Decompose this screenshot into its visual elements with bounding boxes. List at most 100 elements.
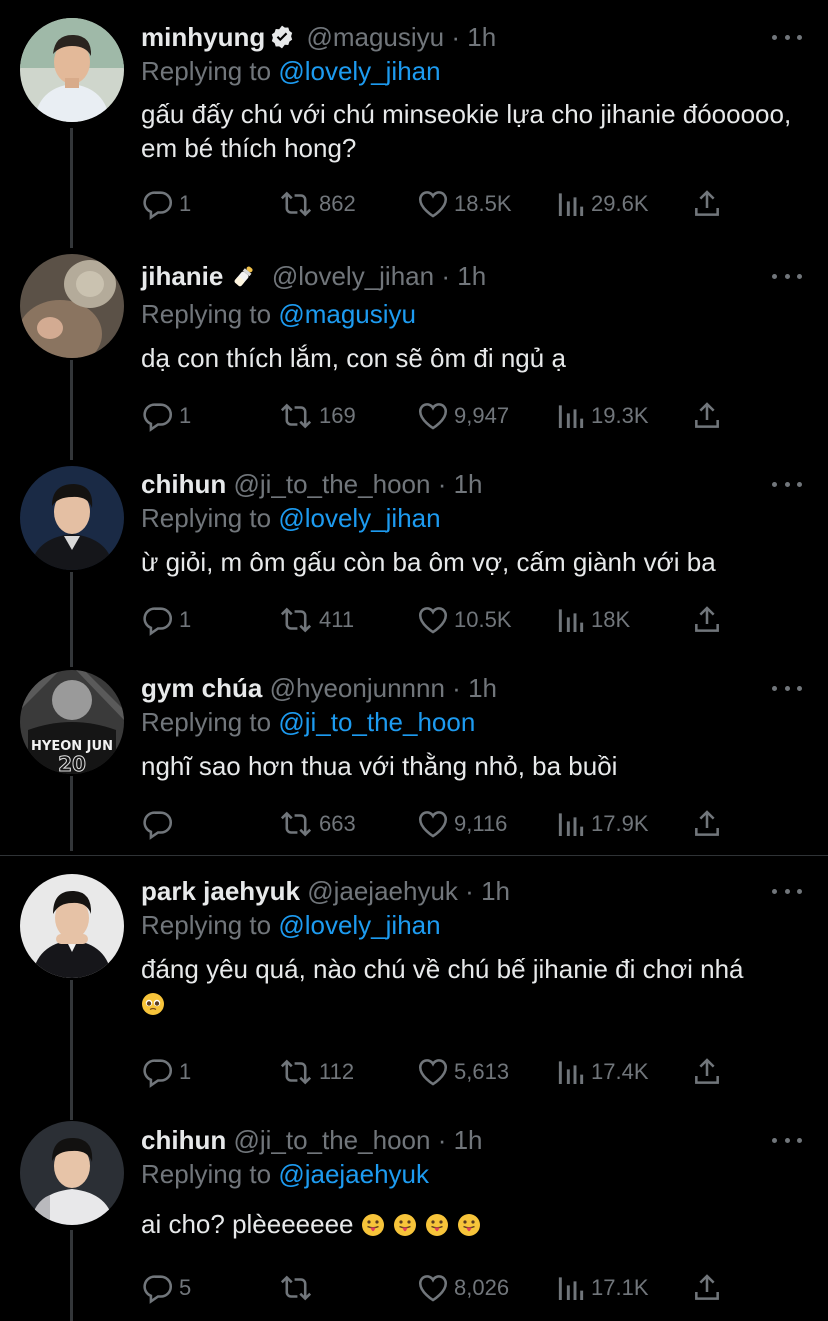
views-button[interactable]: 17.1K [555, 1268, 649, 1308]
avatar[interactable] [20, 874, 124, 978]
tweet[interactable]: chihun @ji_to_the_hoon · 1h Replying to … [0, 1111, 828, 1321]
like-count: 9,947 [454, 403, 510, 428]
replying-to: Replying to @lovely_jihan [141, 55, 441, 87]
timestamp[interactable]: 1h [468, 673, 497, 703]
views-button[interactable]: 18K [555, 600, 630, 640]
like-count: 9,116 [454, 811, 508, 836]
reply-button[interactable]: 1 [141, 396, 191, 436]
display-name[interactable]: jihanie [141, 261, 223, 291]
mention-link[interactable]: @jaejaehyuk [278, 1159, 429, 1189]
display-name[interactable]: park jaehyuk [141, 876, 300, 906]
more-options-icon[interactable] [772, 271, 802, 281]
views-button[interactable]: 19.3K [555, 396, 649, 436]
like-button[interactable]: 9,947 [416, 396, 509, 436]
like-button[interactable]: 8,026 [416, 1268, 509, 1308]
reply-button[interactable]: 5 [141, 1268, 191, 1308]
reply-button[interactable]: 1 [141, 1052, 191, 1092]
tweet[interactable]: minhyung @magusiyu · 1h Replying to @lov… [0, 0, 828, 250]
timestamp[interactable]: 1h [454, 469, 483, 499]
mention-link[interactable]: @ji_to_the_hoon [278, 707, 475, 737]
action-bar: 1 862 18.5K 29.6K [141, 184, 741, 224]
handle[interactable]: @ji_to_the_hoon [233, 1125, 430, 1155]
tweet-text: ai cho? plèeeeeee [141, 1207, 811, 1241]
reply-icon [143, 191, 173, 220]
replying-to-label: Replying to [141, 56, 272, 86]
tweet-text: ừ giỏi, m ôm gấu còn ba ôm vợ, cấm giành… [141, 547, 716, 577]
share-button[interactable] [691, 600, 723, 640]
reply-button[interactable]: 1 [141, 600, 191, 640]
share-icon [695, 1274, 719, 1300]
like-button[interactable]: 10.5K [416, 600, 512, 640]
display-name[interactable]: minhyung [141, 22, 265, 52]
tweet[interactable]: HYEON JUN 20 gym chúa @hyeonjunnnn · 1h … [0, 665, 828, 855]
handle[interactable]: @lovely_jihan [272, 261, 434, 291]
handle[interactable]: @magusiyu [306, 22, 444, 52]
display-name[interactable]: gym chúa [141, 673, 262, 703]
timestamp[interactable]: 1h [457, 261, 486, 291]
share-button[interactable] [691, 1268, 723, 1308]
views-button[interactable]: 17.4K [555, 1052, 649, 1092]
like-count: 10.5K [454, 607, 512, 632]
retweet-icon [280, 607, 312, 633]
retweet-button[interactable]: 663 [277, 804, 356, 844]
more-options-icon[interactable] [772, 886, 802, 896]
share-button[interactable] [691, 396, 723, 436]
retweet-button[interactable]: 112 [277, 1052, 354, 1092]
replying-to-label: Replying to [141, 503, 272, 533]
handle[interactable]: @jaejaehyuk [307, 876, 458, 906]
mention-link[interactable]: @lovely_jihan [278, 910, 440, 940]
tongue-face-icon [457, 1214, 480, 1236]
more-options-icon[interactable] [772, 683, 802, 693]
separator-dot: · [437, 1125, 447, 1155]
reply-icon [143, 1059, 173, 1088]
retweet-icon [280, 1275, 312, 1301]
tweet[interactable]: jihanie @lovely_jihan · 1h Replying to @… [0, 250, 828, 460]
share-icon [695, 606, 719, 632]
timestamp[interactable]: 1h [467, 22, 496, 52]
retweet-button[interactable]: 862 [277, 184, 356, 224]
more-options-icon[interactable] [772, 479, 802, 489]
mention-link[interactable]: @lovely_jihan [278, 56, 440, 86]
retweet-button[interactable]: 169 [277, 396, 356, 436]
share-button[interactable] [691, 804, 723, 844]
tweet[interactable]: chihun @ji_to_the_hoon · 1h Replying to … [0, 460, 828, 665]
mention-link[interactable]: @magusiyu [278, 299, 416, 329]
verified-badge-icon [269, 24, 295, 57]
tweet-text-content: đáng yêu quá, nào chú về chú bế jihanie … [141, 954, 744, 984]
views-icon [558, 1061, 584, 1084]
tweet-header: jihanie @lovely_jihan · 1h [141, 260, 486, 292]
timestamp[interactable]: 1h [481, 876, 510, 906]
like-button[interactable]: 5,613 [416, 1052, 509, 1092]
like-button[interactable]: 18.5K [416, 184, 512, 224]
avatar[interactable] [20, 1121, 124, 1225]
tweet-header: gym chúa @hyeonjunnnn · 1h [141, 672, 497, 704]
view-count: 17.4K [591, 1059, 649, 1084]
retweet-count: 862 [319, 191, 356, 216]
more-options-icon[interactable] [772, 32, 802, 42]
reply-button[interactable]: 1 [141, 184, 191, 224]
timestamp[interactable]: 1h [454, 1125, 483, 1155]
avatar[interactable] [20, 254, 124, 358]
avatar[interactable] [20, 18, 124, 122]
handle[interactable]: @ji_to_the_hoon [233, 469, 430, 499]
like-button[interactable]: 9,116 [416, 804, 507, 844]
heart-icon [418, 811, 448, 838]
views-button[interactable]: 29.6K [555, 184, 649, 224]
mention-link[interactable]: @lovely_jihan [278, 503, 440, 533]
display-name[interactable]: chihun [141, 1125, 226, 1155]
share-button[interactable] [691, 184, 723, 224]
display-name[interactable]: chihun [141, 469, 226, 499]
retweet-button[interactable] [277, 1268, 319, 1308]
retweet-button[interactable]: 411 [277, 600, 354, 640]
tweet[interactable]: park jaehyuk @jaejaehyuk · 1h Replying t… [0, 856, 828, 1111]
retweet-icon [280, 403, 312, 429]
share-icon [695, 810, 719, 836]
handle[interactable]: @hyeonjunnnn [270, 673, 445, 703]
more-options-icon[interactable] [772, 1135, 802, 1145]
avatar[interactable] [20, 466, 124, 570]
views-button[interactable]: 17.9K [555, 804, 649, 844]
retweet-count: 169 [319, 403, 356, 428]
share-button[interactable] [691, 1052, 723, 1092]
avatar[interactable]: HYEON JUN 20 [20, 670, 124, 774]
reply-button[interactable] [141, 804, 179, 844]
